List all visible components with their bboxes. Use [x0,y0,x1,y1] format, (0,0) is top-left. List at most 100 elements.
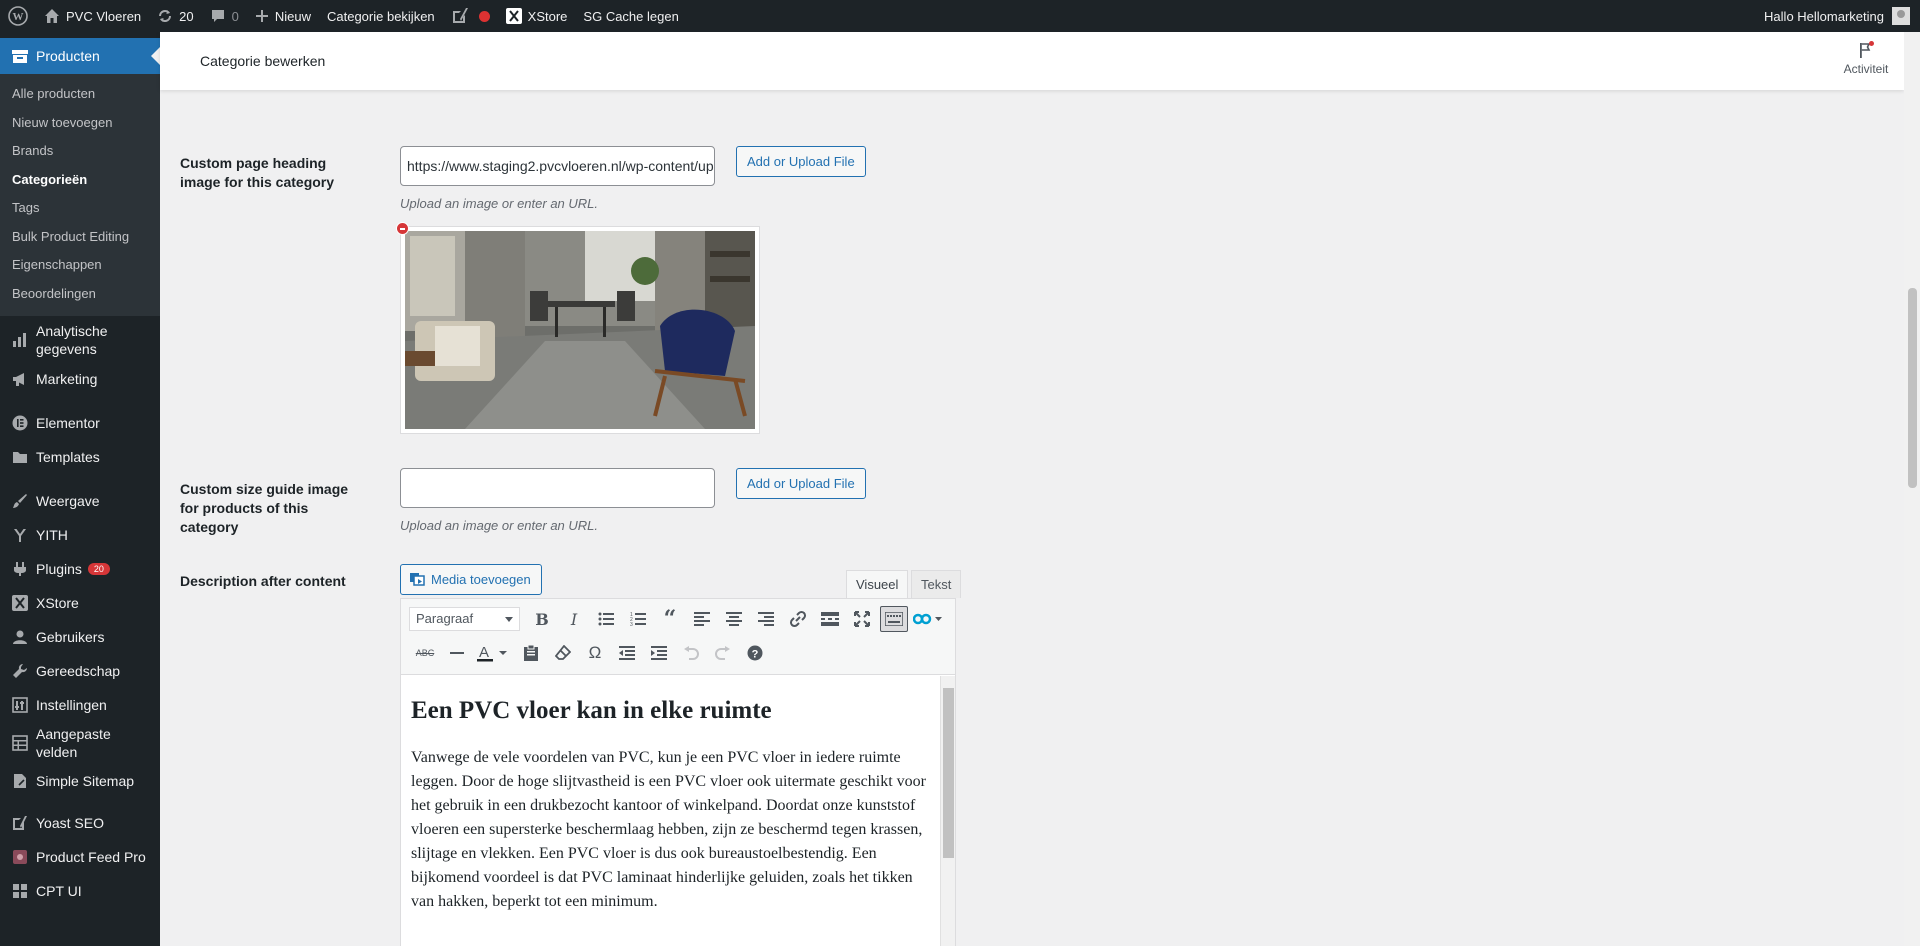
wordpress-logo-icon[interactable]: W [0,0,36,32]
menu-item-products-label: Producten [36,48,100,64]
activity-button[interactable]: Activiteit [1836,40,1896,76]
menu-item-custom-fields-label: Aangepaste velden [36,726,111,760]
menu-item-settings[interactable]: Instellingen [0,688,160,722]
svg-text:A: A [479,644,489,661]
submenu-all-products[interactable]: Alle producten [0,80,160,109]
paste-text-icon[interactable] [515,639,547,667]
menu-item-plugins[interactable]: Plugins 20 [0,552,160,586]
xstore-link[interactable]: XStore [498,0,576,32]
align-left-icon[interactable] [686,605,718,633]
editor-scrollbar[interactable] [940,676,955,946]
menu-item-tools[interactable]: Gereedschap [0,654,160,688]
size-guide-upload-button[interactable]: Add or Upload File [736,468,866,499]
updates-link[interactable]: 20 [149,0,201,32]
editor-content[interactable]: Een PVC vloer kan in elke ruimte Vanwege… [401,676,941,946]
undo-icon[interactable] [675,639,707,667]
media-icon [409,570,425,589]
text-color-icon[interactable]: A [473,639,515,667]
heading-image-label: Custom page heading image for this categ… [180,155,335,190]
menu-item-yoast[interactable]: Yoast SEO [0,806,160,840]
help-icon[interactable]: ? [739,639,771,667]
cache-purge-link[interactable]: SG Cache legen [575,0,686,32]
yoast-icon [451,7,469,25]
menu-item-product-feed[interactable]: Product Feed Pro [0,840,160,874]
menu-item-products[interactable]: Producten [0,38,160,74]
menu-item-elementor[interactable]: Elementor [0,406,160,440]
submenu-tags[interactable]: Tags [0,194,160,223]
indent-icon[interactable] [643,639,675,667]
greeting: Hallo Hellomarketing [1764,8,1884,24]
remove-image-icon[interactable] [396,222,409,235]
site-name-link[interactable]: PVC Vloeren [36,0,149,32]
xstore-icon [10,593,30,613]
admin-sidebar: Producten Alle producten Nieuw toevoegen… [0,32,160,946]
special-character-icon[interactable]: Ω [579,639,611,667]
brush-icon [10,491,30,511]
page-scrollbar-thumb[interactable] [1908,288,1917,488]
read-more-icon[interactable] [814,605,846,633]
menu-item-settings-label: Instellingen [36,697,107,713]
link-icon[interactable] [782,605,814,633]
menu-item-yoast-label: Yoast SEO [36,815,104,831]
megaphone-icon [10,369,30,389]
comments-count: 0 [231,8,239,24]
admin-bar: W PVC Vloeren 20 0 Nieuw Categorie bekij… [0,0,1920,32]
menu-item-analytics[interactable]: Analytische gegevens [0,318,160,362]
comments-link[interactable]: 0 [202,0,247,32]
numbered-list-icon[interactable]: 123 [622,605,654,633]
rich-text-editor: Paragraaf B I 123 “ ABC A Ω ? Een PVC vl… [400,598,956,946]
submenu-reviews[interactable]: Beoordelingen [0,280,160,309]
redo-icon[interactable] [707,639,739,667]
updates-count: 20 [179,8,194,24]
heading-image-upload-button[interactable]: Add or Upload File [736,146,866,177]
editor-scrollbar-thumb[interactable] [943,688,954,858]
strikethrough-icon[interactable]: ABC [409,639,441,667]
refresh-icon [157,8,173,24]
interior-photo [405,231,755,429]
menu-item-yith[interactable]: YITH [0,518,160,552]
page-scrollbar[interactable] [1904,32,1920,946]
format-select[interactable]: Paragraaf [409,607,520,631]
horizontal-line-icon[interactable] [441,639,473,667]
menu-item-custom-fields[interactable]: Aangepaste velden [0,722,160,764]
description-label: Description after content [180,573,346,589]
add-media-button[interactable]: Media toevoegen [400,564,542,595]
settings-icon [10,695,30,715]
submenu-attributes[interactable]: Eigenschappen [0,251,160,280]
submenu-add-new[interactable]: Nieuw toevoegen [0,109,160,138]
tab-visual[interactable]: Visueel [846,570,909,598]
italic-icon[interactable]: I [558,605,590,633]
menu-item-sitemap[interactable]: Simple Sitemap [0,764,160,798]
menu-item-templates[interactable]: Templates [0,440,160,474]
blockquote-icon[interactable]: “ [654,605,686,633]
heading-image-url-input[interactable]: https://www.staging2.pvcvloeren.nl/wp-co… [400,146,715,186]
submenu-categories[interactable]: Categorieën [0,166,160,195]
align-center-icon[interactable] [718,605,750,633]
bold-icon[interactable]: B [526,605,558,633]
menu-item-xstore-label: XStore [36,595,79,611]
menu-item-appearance[interactable]: Weergave [0,484,160,518]
size-guide-url-input[interactable] [400,468,715,508]
menu-item-users[interactable]: Gebruikers [0,620,160,654]
account-menu[interactable]: Hallo Hellomarketing [1764,0,1920,32]
clear-formatting-icon[interactable] [547,639,579,667]
menu-item-cpt-ui[interactable]: CPT UI [0,874,160,908]
outdent-icon[interactable] [611,639,643,667]
plugins-update-badge: 20 [87,563,110,575]
toolbar-toggle-icon[interactable] [880,606,908,632]
products-submenu: Alle producten Nieuw toevoegen Brands Ca… [0,74,160,316]
fullscreen-icon[interactable] [846,605,878,633]
menu-item-marketing[interactable]: Marketing [0,362,160,396]
submenu-brands[interactable]: Brands [0,137,160,166]
yoast-menu[interactable] [443,0,498,32]
menu-item-xstore[interactable]: XStore [0,586,160,620]
plugin-icon [10,559,30,579]
bullet-list-icon[interactable] [590,605,622,633]
infinity-link-icon[interactable] [910,605,946,633]
submenu-bulk-editing[interactable]: Bulk Product Editing [0,223,160,252]
svg-text:W: W [13,11,24,23]
new-content-link[interactable]: Nieuw [247,0,319,32]
tab-text[interactable]: Tekst [911,570,962,598]
view-category-link[interactable]: Categorie bekijken [319,0,443,32]
align-right-icon[interactable] [750,605,782,633]
